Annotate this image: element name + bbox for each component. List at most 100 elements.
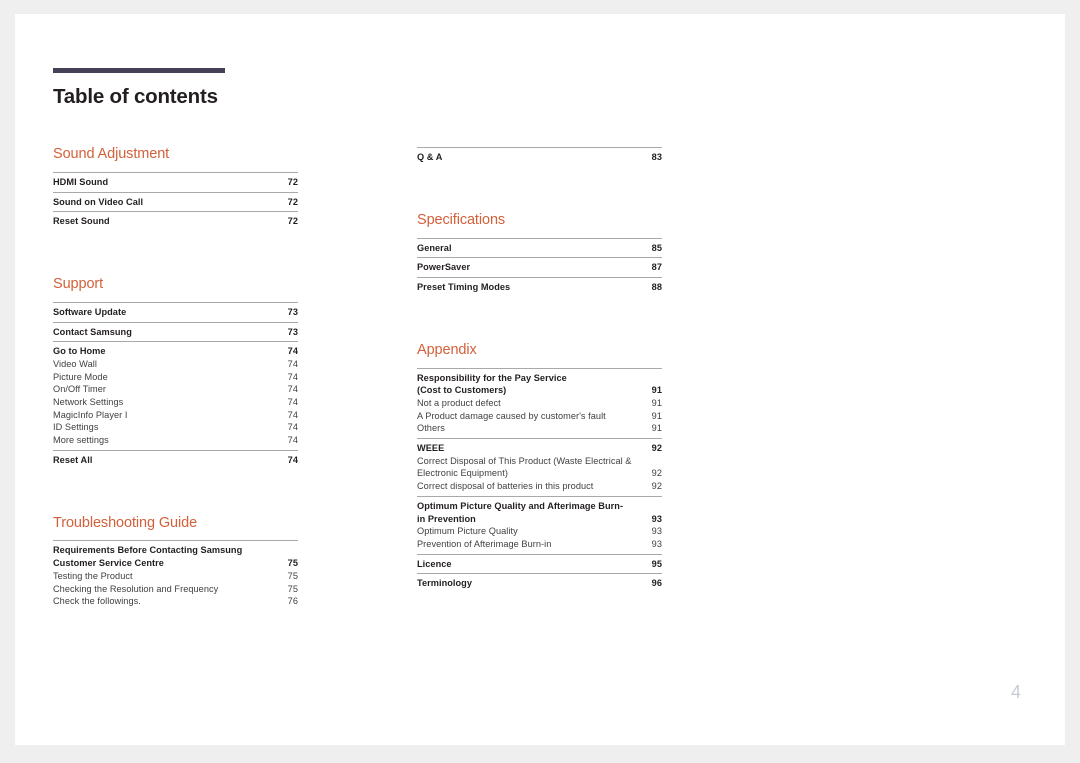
toc-entry-page-number: 95 (651, 558, 662, 569)
toc-entry-label: Video Wall (53, 359, 97, 369)
toc-entry-page-number: 91 (651, 423, 662, 434)
toc-entry[interactable]: Not a product defect 91 (417, 397, 662, 410)
toc-entry[interactable]: Contact Samsung 73 (53, 326, 298, 339)
toc-entry[interactable]: Prevention of Afterimage Burn-in 93 (417, 538, 662, 551)
toc-entry-page-number: 75 (287, 558, 298, 569)
toc-group: General 85 (417, 237, 662, 258)
toc-entry-page-number: 93 (651, 513, 662, 524)
toc-entry[interactable]: in Prevention 93 (417, 513, 662, 526)
toc-group: Optimum Picture Quality and Afterimage B… (417, 495, 662, 554)
toc-entry[interactable]: On/Off Timer 74 (53, 383, 298, 396)
toc-entry-page-number: 92 (651, 443, 662, 454)
toc-entry[interactable]: Correct disposal of batteries in this pr… (417, 480, 662, 493)
toc-entry-page-number: 75 (287, 583, 298, 594)
toc-entry[interactable]: Correct Disposal of This Product (Waste … (417, 455, 662, 468)
toc-entry[interactable]: Licence 95 (417, 558, 662, 571)
toc-entry[interactable]: General 85 (417, 242, 662, 255)
toc-entry-page-number: 87 (651, 262, 662, 273)
toc-entry[interactable]: More settings 74 (53, 434, 298, 447)
toc-entry-label: PowerSaver (417, 262, 471, 273)
toc-group: Reset All 74 (53, 449, 298, 470)
toc-entry-label: Network Settings (53, 397, 124, 408)
toc-entry-label: Contact Samsung (53, 326, 132, 337)
toc-entry-label: Sound on Video Call (53, 196, 144, 207)
toc-entry[interactable]: Network Settings 74 (53, 396, 298, 409)
toc-section-heading: Appendix (417, 341, 477, 358)
toc-section: Appendix Responsibility for the Pay Servi… (417, 341, 662, 593)
toc-entry-page-number: 74 (287, 359, 298, 369)
toc-column-right: Q & A 83 Specifications General 85 PowerSaver… (417, 147, 662, 593)
toc-section-heading: Support (53, 276, 104, 292)
toc-section: Troubleshooting Guide Requirements Before… (53, 514, 298, 611)
toc-entry[interactable]: Preset Timing Modes 88 (417, 281, 662, 294)
toc-entry[interactable]: Software Update 73 (53, 306, 298, 319)
toc-entry-label: Electronic Equipment) (417, 468, 508, 479)
page-number-folio: 4 (1010, 682, 1021, 702)
toc-entry-page-number: 73 (287, 306, 298, 317)
toc-entry[interactable]: WEEE 92 (417, 442, 662, 455)
toc-section: Sound Adjustment HDMI Sound 72 Sound on Vid… (53, 146, 298, 231)
toc-entry-page-number: 92 (651, 468, 662, 479)
toc-entry[interactable]: PowerSaver 87 (417, 261, 662, 274)
toc-entry-label: Preset Timing Modes (417, 282, 511, 292)
toc-entry-page-number: 74 (287, 422, 298, 433)
toc-entry-label: Licence (417, 558, 452, 569)
toc-entry[interactable]: A Product damage caused by customer's fa… (417, 410, 662, 423)
toc-entry-label: Checking the Resolution and Frequency (53, 583, 219, 594)
toc-entry-label: Not a product defect (417, 398, 501, 408)
toc-entry-label: (Cost to Customers) (417, 385, 507, 396)
toc-entry-label: Optimum Picture Quality and Afterimage B… (417, 500, 624, 511)
toc-entry[interactable]: MagicInfo Player I 74 (53, 409, 298, 422)
toc-entry-page-number: 75 (287, 570, 298, 581)
toc-section-heading: Specifications (417, 211, 506, 228)
toc-entry-page-number: 93 (651, 538, 662, 549)
toc-entry[interactable]: ID Settings 74 (53, 421, 298, 434)
toc-group: Responsibility for the Pay Service (Cost … (417, 367, 662, 438)
toc-entry-label: General (417, 242, 452, 253)
toc-section-heading: Troubleshooting Guide (53, 514, 198, 531)
toc-entry[interactable]: Electronic Equipment) 92 (417, 467, 662, 480)
toc-entry[interactable]: Testing the Product 75 (53, 570, 298, 583)
toc-entry[interactable]: Video Wall 74 (53, 358, 298, 371)
toc-entry-label: Testing the Product (53, 570, 133, 581)
toc-entry[interactable]: Customer Service Centre 75 (53, 557, 298, 570)
toc-entry[interactable]: Go to Home 74 (53, 345, 298, 358)
toc-entry-label: Customer Service Centre (53, 558, 164, 569)
toc-entry[interactable]: Sound on Video Call 72 (53, 196, 298, 209)
toc-entry-label: On/Off Timer (53, 384, 107, 395)
toc-section: Specifications General 85 PowerSaver 87 Prese… (417, 211, 662, 297)
toc-entry[interactable]: Terminology 96 (417, 577, 662, 590)
toc-group: PowerSaver 87 (417, 257, 662, 277)
toc-entry-label: A Product damage caused by customer's fa… (417, 410, 606, 421)
toc-entry-page-number: 92 (651, 481, 662, 492)
toc-entry-label: ID Settings (53, 422, 99, 433)
toc-group: HDMI Sound 72 (53, 171, 298, 192)
toc-entry[interactable]: Responsibility for the Pay Service (417, 372, 662, 385)
toc-entry[interactable]: Reset All 74 (53, 454, 298, 467)
toc-entry-page-number: 91 (651, 410, 662, 421)
toc-entry[interactable]: (Cost to Customers) 91 (417, 384, 662, 397)
toc-section-heading: Sound Adjustment (53, 146, 170, 162)
toc-entry[interactable]: HDMI Sound 72 (53, 176, 298, 189)
toc-entry[interactable]: Others 91 (417, 422, 662, 435)
toc-entry-page-number: 88 (651, 282, 662, 292)
toc-entry[interactable]: Q & A 83 (417, 151, 662, 164)
toc-group: Requirements Before Contacting Samsung Cu… (53, 540, 298, 610)
toc-entry-page-number: 74 (287, 346, 298, 357)
toc-entry[interactable]: Checking the Resolution and Frequency 75 (53, 583, 298, 596)
title-block: Table of contents (53, 68, 225, 108)
toc-entry[interactable]: Picture Mode 74 (53, 371, 298, 384)
toc-column-left: Sound Adjustment HDMI Sound 72 Sound on Vid… (53, 146, 298, 611)
toc-group: Reset Sound 72 (53, 211, 298, 231)
toc-entry-label: WEEE (417, 443, 445, 454)
page-title: Table of contents (53, 85, 218, 108)
toc-group: Terminology 96 (417, 573, 662, 593)
toc-entry-label: Correct disposal of batteries in this pr… (417, 481, 594, 492)
toc-entry[interactable]: Requirements Before Contacting Samsung (53, 544, 298, 557)
toc-entry[interactable]: Reset Sound 72 (53, 215, 298, 228)
toc-entry-label: Responsibility for the Pay Service (417, 372, 567, 383)
toc-entry[interactable]: Optimum Picture Quality 93 (417, 525, 662, 538)
toc-entry[interactable]: Optimum Picture Quality and Afterimage B… (417, 500, 662, 513)
toc-entry[interactable]: Check the followings. 76 (53, 595, 298, 608)
